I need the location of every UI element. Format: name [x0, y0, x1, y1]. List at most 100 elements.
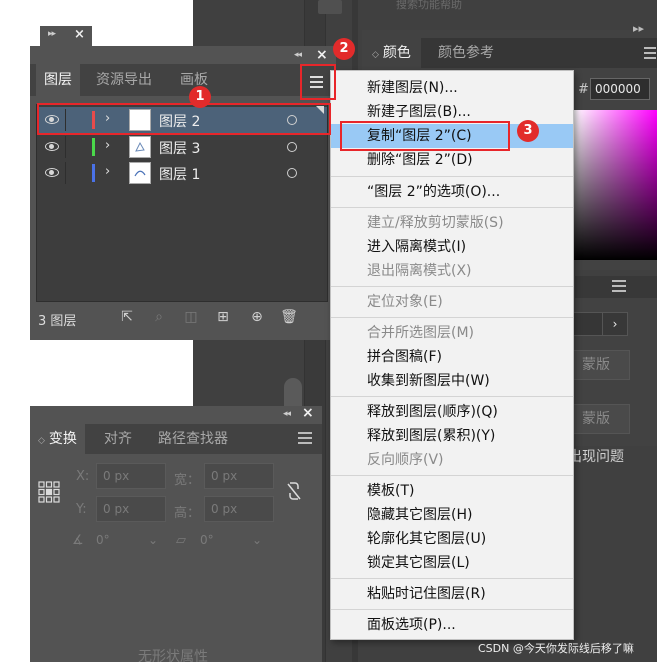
collapse-arrows-icon: ◇: [38, 436, 45, 446]
menu-separator: [331, 317, 573, 318]
annotation-box-menu-button: [300, 64, 336, 100]
layer-thumbnail: [129, 136, 151, 158]
shear-icon: ▱: [176, 533, 186, 548]
layers-count-status: 3 图层: [38, 314, 77, 329]
chevron-right-icon[interactable]: ›: [105, 164, 110, 179]
layer-name[interactable]: 图层 1: [159, 164, 200, 184]
layers-collapse-icon[interactable]: ◂◂: [294, 50, 302, 60]
height-field[interactable]: 0 px: [204, 496, 274, 522]
menu-item-locate-object: 定位对象(E): [367, 294, 443, 310]
search-icon[interactable]: ⌕: [150, 308, 168, 326]
transform-panel-menu-icon[interactable]: [298, 432, 312, 444]
thumbnail-art-icon: [135, 141, 145, 152]
menu-item-release-sequence[interactable]: 释放到图层(顺序)(Q): [331, 400, 573, 424]
layers-close-icon[interactable]: ×: [316, 47, 328, 63]
annotation-box-duplicate: [340, 121, 510, 151]
layer-name[interactable]: 图层 3: [159, 138, 200, 158]
visibility-eye-icon[interactable]: [45, 142, 59, 151]
layer-target-icon[interactable]: [287, 168, 297, 178]
annotation-box-layer: [37, 103, 331, 135]
menu-separator: [331, 207, 573, 208]
menu-separator: [331, 578, 573, 579]
hex-hash-label: #: [578, 82, 589, 97]
menu-separator: [331, 475, 573, 476]
reference-point-grid-icon[interactable]: [38, 481, 60, 503]
layer-row[interactable]: › 图层 3: [37, 134, 327, 160]
menu-separator: [331, 286, 573, 287]
constrain-proportions-link-icon[interactable]: [286, 480, 302, 502]
menu-item-collect-in-new-layer[interactable]: 收集到新图层中(W): [331, 369, 573, 393]
color-panel-tabbar: ◇ 颜色 颜色参考: [362, 38, 657, 68]
shear-field[interactable]: 0° ⌄: [194, 528, 268, 554]
thumbnail-art-icon: [134, 170, 146, 177]
tab-pathfinder[interactable]: 路径查找器: [150, 424, 236, 454]
menu-item-lock-others[interactable]: 锁定其它图层(L): [331, 551, 573, 575]
menu-item-release-build[interactable]: 释放到图层(累积)(Y): [331, 424, 573, 448]
x-field[interactable]: 0 px: [96, 463, 166, 489]
tab-asset-export[interactable]: 资源导出: [88, 64, 160, 96]
chevron-down-icon[interactable]: ⌄: [252, 528, 262, 552]
menu-item-template[interactable]: 模板(T): [331, 479, 573, 503]
menu-item-hide-others[interactable]: 隐藏其它图层(H): [331, 503, 573, 527]
x-label: X:: [76, 469, 90, 484]
menu-item-layer-options[interactable]: “图层 2”的选项(O)...: [331, 180, 573, 204]
width-label: 宽：: [174, 473, 201, 488]
menu-item-delete-layer[interactable]: 删除“图层 2”(D): [331, 148, 573, 172]
chevron-right-icon[interactable]: ›: [602, 312, 628, 336]
tab-transform[interactable]: ◇ 变换: [30, 424, 85, 454]
search-bar[interactable]: 搜索功能帮助: [366, 0, 657, 11]
color-panel-collapse-icon[interactable]: ▸▸: [633, 22, 644, 35]
menu-item-new-layer[interactable]: 新建图层(N)...: [331, 76, 573, 100]
tab-color-guide[interactable]: 颜色参考: [428, 38, 504, 68]
menu-separator: [331, 609, 573, 610]
new-sublayer-icon[interactable]: ⊞: [214, 308, 232, 326]
transform-close-icon[interactable]: ×: [302, 405, 314, 421]
rotate-field[interactable]: 0° ⌄: [90, 528, 164, 554]
tab-color[interactable]: ◇ 颜色: [362, 38, 421, 68]
export-icon[interactable]: ⇱: [118, 308, 136, 326]
dock-tool-icon[interactable]: [318, 0, 342, 14]
menu-item-outline-others[interactable]: 轮廓化其它图层(U): [331, 527, 573, 551]
visibility-eye-icon[interactable]: [45, 168, 59, 177]
no-shape-properties-text: 无形状属性: [138, 649, 208, 662]
width-field[interactable]: 0 px: [204, 463, 274, 489]
annotation-badge-1: 1: [189, 86, 211, 108]
collapse-arrows-icon[interactable]: ▸▸: [48, 29, 56, 39]
height-label: 高：: [174, 506, 201, 521]
layer-thumbnail: [129, 162, 151, 184]
menu-item-merge-layers: 合并所选图层(M): [367, 325, 475, 341]
color-spectrum-field[interactable]: [573, 110, 657, 260]
menu-item-clipping-mask: 建立/释放剪切蒙版(S): [367, 215, 504, 231]
transform-collapse-icon[interactable]: ◂◂: [283, 409, 291, 419]
clip-icon[interactable]: ◫: [182, 308, 200, 326]
layer-color-swatch: [92, 138, 95, 156]
y-label: Y:: [76, 502, 87, 517]
annotation-badge-2: 2: [333, 38, 355, 60]
color-panel-menu-icon[interactable]: [644, 47, 656, 59]
chevron-right-icon[interactable]: ›: [105, 138, 110, 153]
menu-item-panel-options[interactable]: 面板选项(P)...: [331, 613, 573, 637]
rotate-angle-icon: ∡: [72, 533, 84, 548]
hex-color-input[interactable]: 000000: [590, 78, 650, 100]
menu-separator: [331, 176, 573, 177]
y-field[interactable]: 0 px: [96, 496, 166, 522]
menu-item-flatten-artwork[interactable]: 拼合图稿(F): [331, 345, 573, 369]
watermark-text: CSDN @今天你发际线后移了嘛: [478, 642, 634, 655]
layer-row[interactable]: › 图层 1: [37, 160, 327, 186]
floating-panel-header: ▸▸ ×: [40, 26, 92, 46]
menu-item-reverse-order: 反向顺序(V): [367, 452, 444, 468]
chevron-down-icon[interactable]: ⌄: [148, 528, 158, 552]
menu-item-exit-isolation: 退出隔离模式(X): [367, 263, 472, 279]
menu-item-paste-remembers-layers[interactable]: 粘贴时记住图层(R): [331, 582, 573, 606]
close-icon[interactable]: ×: [74, 27, 85, 42]
new-layer-icon[interactable]: ⊕: [248, 308, 266, 326]
tab-align[interactable]: 对齐: [96, 424, 140, 454]
trash-icon[interactable]: 🗑: [280, 308, 298, 326]
layer-target-icon[interactable]: [287, 142, 297, 152]
collapse-arrows-icon: ◇: [372, 50, 379, 60]
search-placeholder: 搜索功能帮助: [396, 0, 462, 11]
menu-item-enter-isolation[interactable]: 进入隔离模式(I): [331, 235, 573, 259]
tab-layers[interactable]: 图层: [36, 64, 80, 96]
annotation-badge-3: 3: [517, 120, 539, 142]
properties-panel-menu-icon[interactable]: [612, 280, 626, 292]
